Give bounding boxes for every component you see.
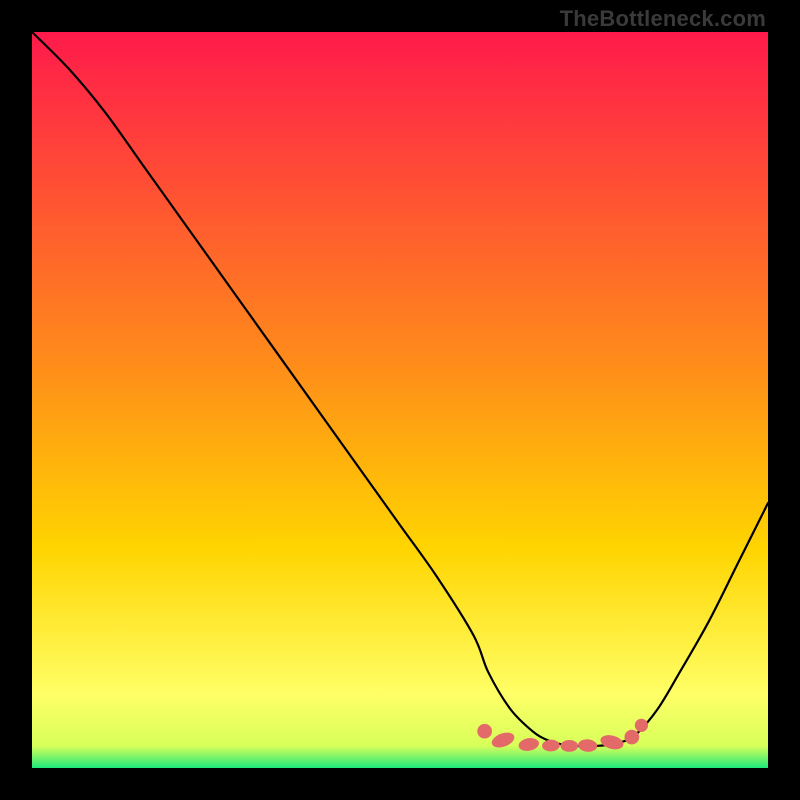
chart-frame <box>32 32 768 768</box>
valley-marker <box>477 724 492 739</box>
valley-marker <box>635 719 648 732</box>
gradient-background <box>32 32 768 768</box>
watermark-text: TheBottleneck.com <box>560 6 766 32</box>
valley-marker <box>560 740 578 752</box>
chart-svg <box>32 32 768 768</box>
valley-marker <box>624 730 639 745</box>
